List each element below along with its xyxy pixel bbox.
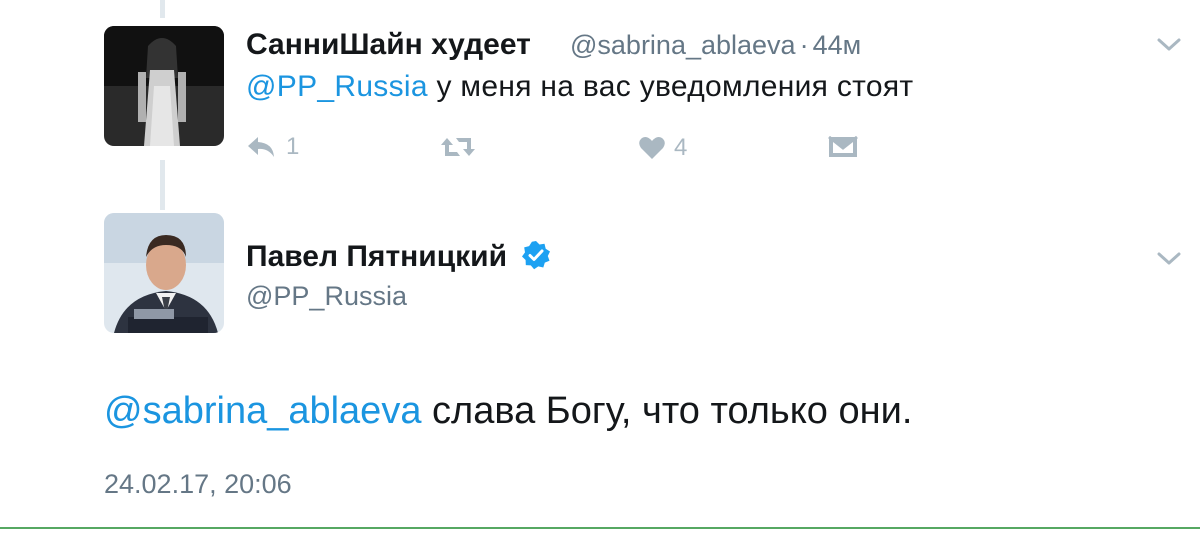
main-mention-link[interactable]: @sabrina_ablaeva: [104, 390, 421, 432]
reply-tweet-text: @PP_Russia у меня на вас уведомления сто…: [246, 70, 913, 104]
reply-separator: ·: [799, 30, 809, 60]
thread-line-connector: [160, 160, 165, 210]
reply-action[interactable]: 1: [246, 133, 299, 161]
dm-action[interactable]: [828, 136, 858, 158]
verified-badge-icon: [522, 241, 551, 270]
reply-display-name[interactable]: СанниШайн худеет: [246, 28, 531, 62]
chevron-down-icon[interactable]: [1156, 37, 1182, 53]
avatar-pavel[interactable]: [104, 213, 224, 333]
retweet-action[interactable]: [440, 136, 476, 158]
main-timestamp[interactable]: 24.02.17, 20:06: [104, 469, 292, 500]
thread-line-top: [160, 0, 165, 18]
heart-icon: [639, 137, 665, 159]
main-display-name[interactable]: Павел Пятницкий: [246, 240, 507, 273]
like-count: 4: [674, 134, 688, 161]
avatar-sabrina[interactable]: [104, 26, 224, 146]
main-handle[interactable]: @PP_Russia: [246, 281, 407, 312]
envelope-icon: [828, 136, 858, 157]
main-tweet-text: @sabrina_ablaeva слава Богу, что только …: [104, 390, 912, 433]
reply-mention-link[interactable]: @PP_Russia: [246, 70, 428, 103]
main-text-body: слава Богу, что только они.: [432, 390, 913, 432]
chevron-down-icon-main[interactable]: [1156, 251, 1182, 267]
reply-handle-row: @sabrina_ablaeva · 44м: [570, 30, 861, 61]
retweet-icon: [441, 138, 475, 156]
main-display-name-row: Павел Пятницкий: [246, 240, 551, 274]
reply-handle[interactable]: @sabrina_ablaeva: [570, 30, 796, 60]
reply-time-ago[interactable]: 44м: [813, 30, 862, 60]
reply-count: 1: [286, 133, 300, 160]
reply-text-body: у меня на вас уведомления стоят: [436, 70, 914, 103]
reply-icon: [248, 137, 274, 157]
like-action[interactable]: 4: [638, 134, 687, 162]
bottom-divider: [0, 527, 1200, 529]
